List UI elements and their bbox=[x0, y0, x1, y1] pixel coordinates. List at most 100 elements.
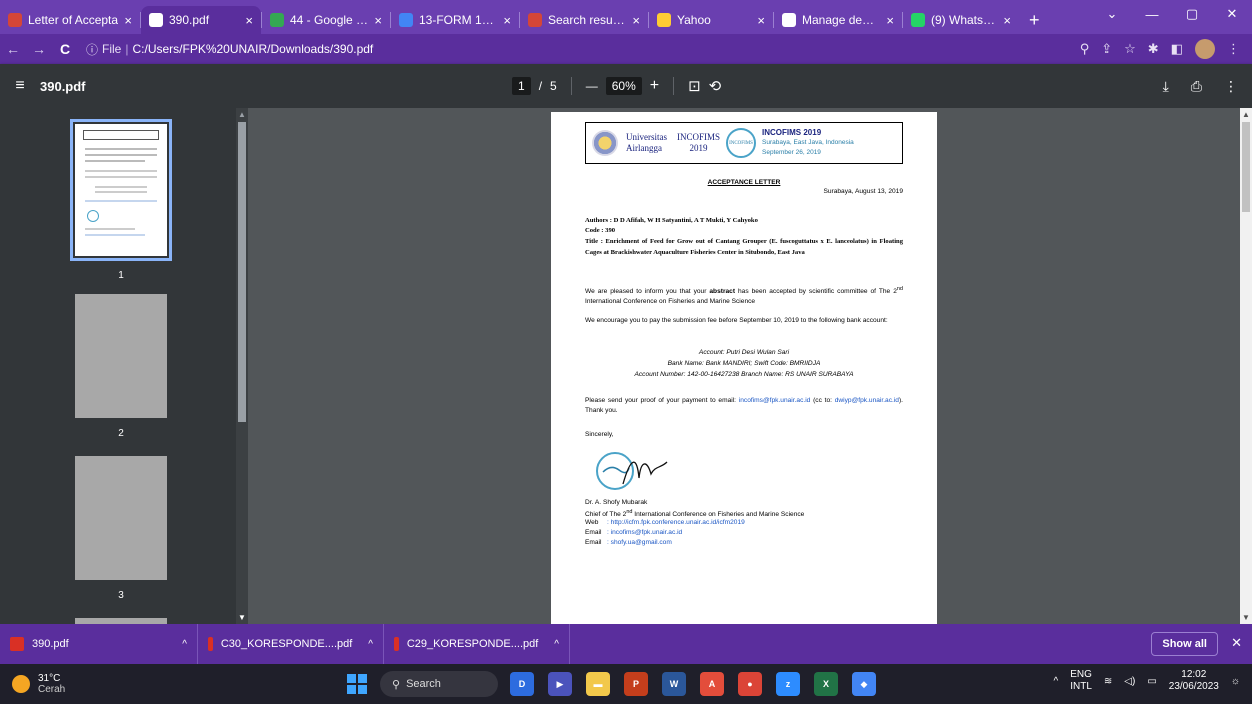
browser-tab[interactable]: Letter of Accepta × bbox=[0, 6, 140, 34]
forward-button[interactable]: → bbox=[26, 41, 52, 57]
clock[interactable]: 12:02 23/06/2023 bbox=[1169, 669, 1219, 693]
tab-close-icon[interactable]: × bbox=[503, 13, 511, 28]
start-button[interactable] bbox=[347, 674, 367, 694]
zoom-input[interactable]: 60% bbox=[605, 77, 642, 95]
download-chevron-icon[interactable]: ^ bbox=[554, 639, 559, 650]
system-tray: ^ ENG INTL ≋ ◁) ▭ 12:02 23/06/2023 ☼ bbox=[1054, 669, 1240, 693]
download-item[interactable]: C29_KORESPONDE....pdf ^ bbox=[384, 624, 570, 664]
pdf-viewer: Universitas Airlangga INCOFIMS 2019 INCO… bbox=[248, 108, 1252, 624]
sidebar-scrollbar[interactable]: ▲ ▼ bbox=[236, 108, 248, 624]
tab-close-icon[interactable]: × bbox=[1003, 13, 1011, 28]
closing: Sincerely, bbox=[585, 431, 614, 438]
download-chevron-icon[interactable]: ^ bbox=[368, 639, 373, 650]
fit-page-icon[interactable]: ⊡ bbox=[688, 77, 701, 95]
tab-close-icon[interactable]: × bbox=[245, 13, 253, 28]
para1-sup: nd bbox=[896, 286, 903, 292]
scroll-up-arrow[interactable]: ▲ bbox=[1242, 110, 1250, 119]
download-item[interactable]: C30_KORESPONDE....pdf ^ bbox=[198, 624, 384, 664]
browser-tab[interactable]: (9) WhatsApp × bbox=[903, 6, 1019, 34]
back-button[interactable]: ← bbox=[0, 41, 26, 57]
show-all-button[interactable]: Show all bbox=[1151, 632, 1218, 656]
close-downloads-icon[interactable]: ✕ bbox=[1231, 635, 1242, 651]
zoom-in-button[interactable]: + bbox=[650, 77, 659, 95]
reload-button[interactable]: C bbox=[52, 41, 78, 57]
extensions-icon[interactable]: ✱ bbox=[1148, 41, 1159, 57]
email-link[interactable]: incofims@fpk.unair.ac.id bbox=[739, 397, 811, 404]
acrobat-icon[interactable]: A bbox=[700, 672, 724, 696]
side-panel-icon[interactable]: ◧ bbox=[1171, 41, 1183, 57]
video-app-icon[interactable]: ▶ bbox=[548, 672, 572, 696]
wifi-icon[interactable]: ≋ bbox=[1104, 676, 1112, 687]
tray-overflow-icon[interactable]: ^ bbox=[1054, 676, 1059, 687]
tab-close-icon[interactable]: × bbox=[757, 13, 765, 28]
letterhead: Universitas Airlangga INCOFIMS 2019 INCO… bbox=[585, 122, 903, 164]
print-icon[interactable]: ⎙ bbox=[1191, 78, 1202, 95]
letterhead-title: INCOFIMS 2019 bbox=[762, 128, 822, 137]
scroll-down-arrow[interactable]: ▼ bbox=[1242, 613, 1250, 622]
tab-search-chevron-icon[interactable]: ⌄ bbox=[1092, 0, 1132, 28]
dell-app-icon[interactable]: D bbox=[510, 672, 534, 696]
browser-tab[interactable]: Manage deposits × bbox=[774, 6, 902, 34]
scroll-down-arrow[interactable]: ▼ bbox=[238, 613, 246, 622]
new-tab-button[interactable]: + bbox=[1019, 6, 1050, 34]
scheme-label: File bbox=[102, 42, 122, 56]
cc-email-link[interactable]: dwiyp@fpk.unair.ac.id bbox=[835, 397, 899, 404]
scrollbar-thumb[interactable] bbox=[1242, 122, 1250, 212]
powerpoint-icon[interactable]: P bbox=[624, 672, 648, 696]
file-explorer-icon[interactable]: ▬ bbox=[586, 672, 610, 696]
url-text[interactable]: C:/Users/FPK%20UNAIR/Downloads/390.pdf bbox=[132, 42, 373, 56]
omnibox[interactable]: ⓘ File | C:/Users/FPK%20UNAIR/Downloads/… bbox=[86, 37, 1080, 61]
volume-icon[interactable]: ◁) bbox=[1124, 676, 1135, 687]
chrome-profile-icon[interactable]: ◆ bbox=[852, 672, 876, 696]
chrome-icon[interactable]: ● bbox=[738, 672, 762, 696]
thumbnail-page-3[interactable]: 3 bbox=[75, 456, 167, 601]
browser-tab[interactable]: 13-FORM 13. PER × bbox=[391, 6, 519, 34]
page-number-input[interactable]: 1 bbox=[512, 77, 531, 95]
site-info-icon[interactable]: ⓘ bbox=[86, 41, 98, 58]
browser-tab[interactable]: 390.pdf × bbox=[141, 6, 261, 34]
tab-title: Manage deposits bbox=[802, 13, 880, 27]
sidebar-toggle-icon[interactable]: ≡ bbox=[0, 77, 40, 95]
battery-icon[interactable]: ▭ bbox=[1147, 676, 1156, 687]
browser-tab[interactable]: Search results - v × bbox=[520, 6, 648, 34]
download-chevron-icon[interactable]: ^ bbox=[182, 639, 187, 650]
viewer-scrollbar[interactable]: ▲ ▼ bbox=[1240, 108, 1252, 624]
tab-title: 44 - Google Drive bbox=[290, 13, 369, 27]
pdf-more-icon[interactable]: ⋮ bbox=[1224, 78, 1238, 95]
close-window-button[interactable]: ✕ bbox=[1212, 0, 1252, 28]
tab-close-icon[interactable]: × bbox=[886, 13, 894, 28]
minimize-button[interactable]: — bbox=[1132, 0, 1172, 28]
maximize-button[interactable]: ▢ bbox=[1172, 0, 1212, 28]
taskbar-search[interactable]: ⚲ Search bbox=[380, 671, 498, 697]
email-link[interactable]: : shofy.ua@gmail.com bbox=[607, 539, 672, 546]
weather-widget[interactable]: 31°C Cerah bbox=[12, 673, 65, 695]
zoom-out-button[interactable]: — bbox=[586, 79, 598, 93]
share-icon[interactable]: ⇪ bbox=[1101, 41, 1112, 57]
bookmark-star-icon[interactable]: ☆ bbox=[1124, 41, 1136, 57]
notification-icon[interactable]: ☼ bbox=[1231, 676, 1240, 687]
download-icon[interactable]: ⤓ bbox=[1163, 78, 1169, 95]
language-indicator[interactable]: ENG INTL bbox=[1070, 669, 1092, 693]
download-item[interactable]: 390.pdf ^ bbox=[0, 624, 198, 664]
zoom-icon[interactable]: z bbox=[776, 672, 800, 696]
browser-tab[interactable]: 44 - Google Drive × bbox=[262, 6, 390, 34]
browser-tab[interactable]: Yahoo × bbox=[649, 6, 773, 34]
profile-avatar[interactable] bbox=[1195, 39, 1215, 59]
tab-title: 13-FORM 13. PER bbox=[419, 13, 497, 27]
tab-favicon-icon bbox=[528, 13, 542, 27]
excel-icon[interactable]: X bbox=[814, 672, 838, 696]
email-link[interactable]: : incofims@fpk.unair.ac.id bbox=[607, 529, 682, 536]
thumbnail-page-2[interactable]: 2 bbox=[75, 294, 167, 439]
tab-close-icon[interactable]: × bbox=[374, 13, 382, 28]
web-link[interactable]: : http://icfm.fpk.conference.unair.ac.id… bbox=[607, 519, 745, 526]
scroll-up-arrow[interactable]: ▲ bbox=[238, 110, 246, 119]
rotate-icon[interactable]: ⟲ bbox=[709, 77, 722, 95]
word-icon[interactable]: W bbox=[662, 672, 686, 696]
tab-close-icon[interactable]: × bbox=[632, 13, 640, 28]
thumbnail-page-1[interactable]: 1 bbox=[70, 119, 172, 281]
letter-date: Surabaya, August 13, 2019 bbox=[823, 188, 903, 195]
browser-menu-icon[interactable]: ⋮ bbox=[1227, 41, 1240, 57]
zoom-icon[interactable]: ⚲ bbox=[1080, 41, 1090, 57]
scrollbar-thumb[interactable] bbox=[238, 122, 246, 422]
tab-close-icon[interactable]: × bbox=[124, 13, 132, 28]
